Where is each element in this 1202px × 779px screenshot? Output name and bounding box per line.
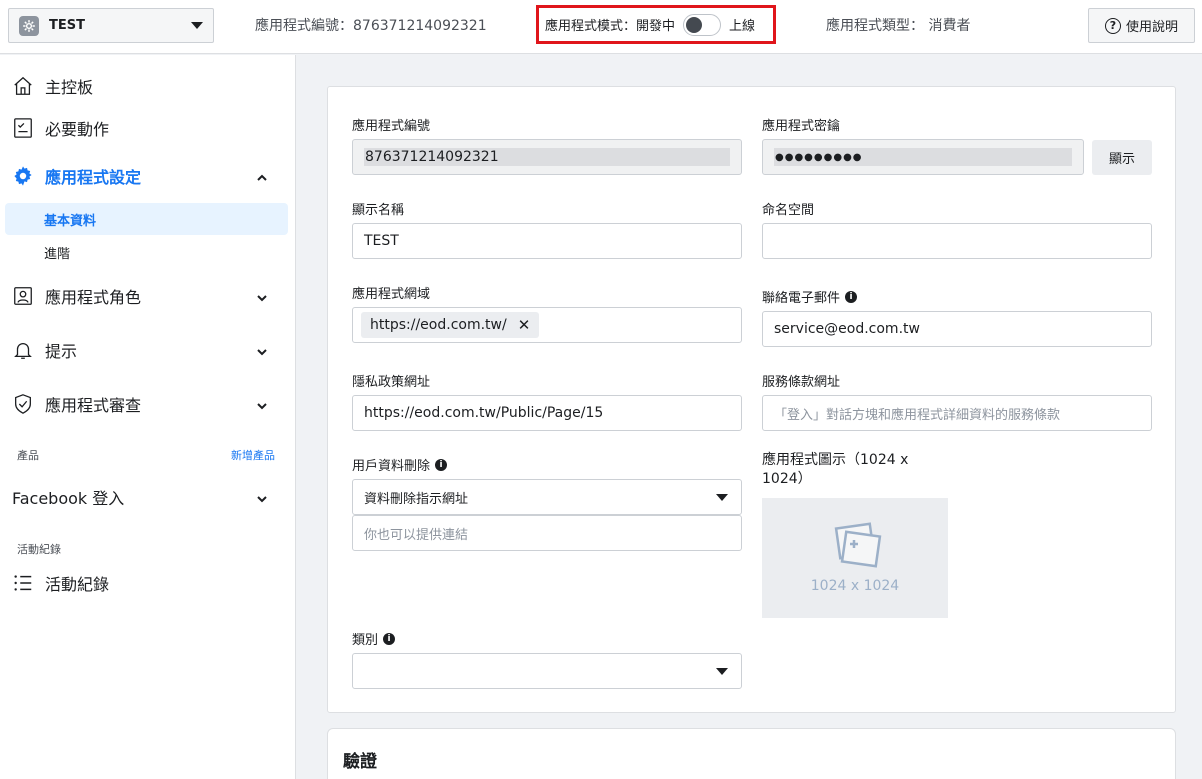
domain-chip-label: https://eod.com.tw/ [370, 317, 507, 333]
app-mode-label: 應用程式模式：開發中 [545, 19, 676, 34]
domain-chip: https://eod.com.tw/ ✕ [361, 312, 540, 338]
basic-settings-card: 應用程式編號 876371214092321 應用程式密鑰 ●●●●●●●●● … [327, 86, 1176, 713]
data-deletion-url-input[interactable]: 你也可以提供連結 [352, 515, 742, 551]
checklist-icon [12, 117, 34, 139]
app-gear-icon [19, 15, 39, 36]
home-icon [12, 75, 34, 97]
app-secret-field[interactable]: ●●●●●●●●● [762, 139, 1084, 175]
app-id-field[interactable]: 876371214092321 [352, 139, 742, 175]
sidebar-item-alerts[interactable]: 提示 [12, 335, 280, 365]
app-domains-input[interactable]: https://eod.com.tw/ ✕ [352, 307, 742, 343]
help-button[interactable]: ? 使用說明 [1088, 8, 1195, 43]
show-secret-button[interactable]: 顯示 [1092, 140, 1152, 175]
app-mode-switch: 應用程式模式：開發中 上線 [536, 5, 776, 44]
products-section-label: 產品 [17, 449, 39, 462]
category-label: 類別 i [352, 629, 396, 648]
app-domains-label: 應用程式網域 [352, 287, 431, 302]
app-secret-value: ●●●●●●●●● [775, 151, 863, 163]
sidebar-subitem-basic[interactable]: 基本資料 [5, 203, 288, 235]
app-icon-dimensions: 1024 x 1024 [810, 578, 900, 594]
contact-email-label: 聯絡電子郵件 i [762, 287, 858, 306]
bell-icon [12, 339, 34, 361]
gear-icon [12, 165, 34, 187]
display-name-input[interactable]: TEST [352, 223, 742, 259]
activity-section-label: 活動紀錄 [17, 543, 61, 556]
add-product-link[interactable]: 新增產品 [231, 447, 275, 463]
app-id-value-wrap: 876371214092321 [364, 148, 730, 166]
category-label-text: 類別 [352, 633, 379, 648]
app-icon-label-line2: 1024） [762, 471, 812, 487]
data-deletion-placeholder: 你也可以提供連結 [364, 527, 469, 543]
top-app-id: 應用程式編號：876371214092321 [255, 18, 487, 34]
sidebar-item-label: 活動紀錄 [45, 575, 110, 594]
sidebar: 主控板 必要動作 應用程式設定 基本資料 進階 應用程式角色 提示 應用程式審查… [0, 55, 296, 779]
chevron-down-icon [256, 490, 268, 509]
info-icon[interactable]: i [383, 632, 396, 645]
top-app-type: 應用程式類型： 消費者 [826, 18, 971, 34]
sidebar-item-app-review[interactable]: 應用程式審查 [12, 389, 280, 419]
sidebar-item-label: 應用程式設定 [45, 168, 142, 187]
data-deletion-label-text: 用戶資料刪除 [352, 459, 431, 474]
contact-email-input[interactable]: service@eod.com.tw [762, 311, 1152, 347]
help-icon: ? [1104, 17, 1121, 34]
sidebar-item-label: 提示 [45, 342, 78, 361]
sidebar-subitem-advanced[interactable]: 進階 [5, 236, 288, 268]
data-deletion-select-value: 資料刪除指示網址 [364, 491, 469, 507]
display-name-label: 顯示名稱 [352, 203, 405, 218]
tos-label: 服務條款網址 [762, 375, 841, 390]
chevron-down-icon [716, 668, 728, 675]
chevron-up-icon [256, 169, 268, 188]
app-mode-live-label: 上線 [729, 19, 756, 34]
toggle-knob [686, 16, 703, 33]
tos-input[interactable]: 「登入」對話方塊和應用程式詳細資料的服務條款 [762, 395, 1152, 431]
namespace-label: 命名空間 [762, 203, 815, 218]
chevron-down-icon [716, 494, 728, 501]
sidebar-item-activity-log[interactable]: 活動紀錄 [12, 568, 280, 598]
app-switcher[interactable]: TEST [8, 8, 214, 43]
sidebar-item-label: 必要動作 [45, 120, 110, 139]
app-icon-uploader[interactable]: 1024 x 1024 [762, 498, 948, 618]
data-deletion-label: 用戶資料刪除 i [352, 455, 448, 474]
sidebar-item-label: Facebook 登入 [12, 489, 125, 508]
privacy-policy-label: 隱私政策網址 [352, 375, 431, 390]
id-badge-icon [12, 285, 34, 307]
app-id-value: 876371214092321 [365, 149, 499, 165]
app-secret-value-wrap: ●●●●●●●●● [774, 148, 1072, 166]
app-id-label: 應用程式編號 [352, 119, 431, 134]
sidebar-item-dashboard[interactable]: 主控板 [12, 71, 280, 101]
verification-card: 驗證 [327, 728, 1176, 779]
close-icon[interactable]: ✕ [518, 316, 531, 334]
app-name: TEST [49, 18, 85, 33]
image-upload-icon [834, 522, 882, 568]
sidebar-item-app-roles[interactable]: 應用程式角色 [12, 281, 280, 311]
chevron-down-icon [256, 397, 268, 416]
contact-email-label-text: 聯絡電子郵件 [762, 291, 841, 306]
shield-check-icon [12, 393, 34, 415]
info-icon[interactable]: i [435, 458, 448, 471]
sidebar-item-label: 應用程式審查 [45, 396, 142, 415]
sidebar-item-app-settings[interactable]: 應用程式設定 [12, 161, 280, 191]
app-mode-toggle[interactable] [683, 13, 722, 36]
info-icon[interactable]: i [845, 290, 858, 303]
chevron-down-icon [256, 343, 268, 362]
sidebar-item-label: 主控板 [45, 78, 94, 97]
tos-placeholder: 「登入」對話方塊和應用程式詳細資料的服務條款 [774, 407, 1061, 423]
sidebar-item-label: 應用程式角色 [45, 288, 142, 307]
category-select[interactable] [352, 653, 742, 689]
app-icon-label: 應用程式圖示（1024 x 1024） [762, 451, 908, 489]
sidebar-item-required-actions[interactable]: 必要動作 [12, 113, 280, 143]
help-label: 使用說明 [1125, 20, 1178, 35]
app-icon-label-line1: 應用程式圖示（1024 x [762, 452, 909, 468]
list-icon [12, 572, 34, 594]
namespace-input[interactable] [762, 223, 1152, 259]
chevron-down-icon [256, 289, 268, 308]
app-secret-label: 應用程式密鑰 [762, 119, 841, 134]
verification-title: 驗證 [343, 752, 377, 772]
chevron-down-icon [191, 22, 203, 29]
privacy-policy-input[interactable]: https://eod.com.tw/Public/Page/15 [352, 395, 742, 431]
data-deletion-select[interactable]: 資料刪除指示網址 [352, 479, 742, 515]
top-bar: TEST 應用程式編號：876371214092321 應用程式模式：開發中 上… [0, 0, 1202, 54]
sidebar-item-facebook-login[interactable]: Facebook 登入 [12, 482, 280, 512]
